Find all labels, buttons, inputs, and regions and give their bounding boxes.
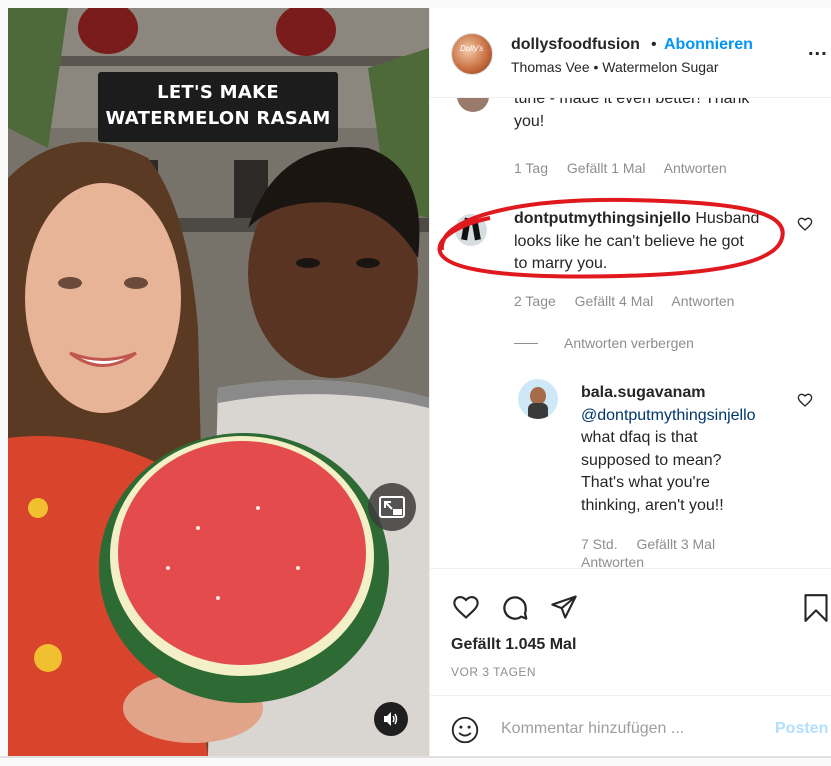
comment-meta: 1 Tag Gefällt 1 Mal Antworten xyxy=(514,160,742,176)
comment-text: tune - made it even better! Thank you! xyxy=(514,98,749,133)
comment-text-line: thinking, aren't you!! xyxy=(581,496,724,514)
action-bar: Gefällt 1.045 Mal VOR 3 TAGEN Kommentar … xyxy=(430,568,831,757)
emoji-icon[interactable] xyxy=(451,716,479,744)
likes-count[interactable]: Gefällt 1.045 Mal xyxy=(451,636,576,654)
red-highlight-circle xyxy=(437,197,785,279)
comment-input[interactable]: Kommentar hinzufügen ... xyxy=(501,720,684,738)
video-caption: LET'S MAKE WATERMELON RASAM xyxy=(98,72,338,142)
comment-meta: 2 Tage Gefällt 4 Mal Antworten xyxy=(514,293,749,309)
comment-composer: Kommentar hinzufügen ... Posten xyxy=(430,695,831,758)
avatar[interactable] xyxy=(518,379,558,419)
page-bottom-border xyxy=(0,756,831,758)
header-separator: • xyxy=(651,36,657,53)
comments-list[interactable]: tune - made it even better! Thank you! 1… xyxy=(430,98,831,568)
comment-bubble-icon[interactable] xyxy=(500,593,530,623)
comment-mention-link[interactable]: @dontputmythingsinjello xyxy=(581,405,801,428)
follow-button[interactable]: Abonnieren xyxy=(664,36,753,54)
reply-button[interactable]: Antworten xyxy=(671,293,734,309)
post-header: Dolly's dollysfoodfusion • Abonnieren Th… xyxy=(430,8,831,98)
more-options-icon[interactable]: ... xyxy=(808,39,828,59)
comment-likes[interactable]: Gefällt 1 Mal xyxy=(567,160,646,176)
post-modal: LET'S MAKE WATERMELON RASAM Dolly's doll… xyxy=(8,8,831,756)
picture-in-picture-icon xyxy=(379,496,405,518)
share-paper-plane-icon[interactable] xyxy=(549,593,579,621)
comment-time[interactable]: 1 Tag xyxy=(514,160,548,176)
comment-text: bala.sugavanam @dontputmythingsinjello w… xyxy=(581,382,801,517)
picture-in-picture-button[interactable] xyxy=(368,483,416,531)
audio-info[interactable]: Thomas Vee • Watermelon Sugar xyxy=(511,59,718,75)
hide-replies-button[interactable]: Antworten verbergen xyxy=(564,335,694,351)
author-username[interactable]: dollysfoodfusion xyxy=(511,36,640,54)
comment-meta: 7 Std. Gefällt 3 Mal Antworten xyxy=(581,535,781,568)
sound-toggle-button[interactable] xyxy=(374,702,408,736)
speaker-icon xyxy=(384,712,398,726)
comment-text-line: you! xyxy=(514,112,545,130)
comment-likes[interactable]: Gefällt 4 Mal xyxy=(575,293,654,309)
video-player[interactable]: LET'S MAKE WATERMELON RASAM xyxy=(8,8,429,756)
post-comment-button[interactable]: Posten xyxy=(775,720,828,738)
like-comment-heart-icon[interactable] xyxy=(797,392,813,408)
like-heart-icon[interactable] xyxy=(451,593,481,621)
author-avatar[interactable]: Dolly's xyxy=(451,33,493,75)
video-caption-line2: WATERMELON RASAM xyxy=(105,108,331,129)
comment-time[interactable]: 2 Tage xyxy=(514,293,556,309)
comment-text-line: That's what you're xyxy=(581,474,710,491)
comment-text-line: what dfaq is that xyxy=(581,429,698,446)
post-details-panel: Dolly's dollysfoodfusion • Abonnieren Th… xyxy=(429,8,831,756)
reply-button[interactable]: Antworten xyxy=(664,160,727,176)
post-age[interactable]: VOR 3 TAGEN xyxy=(451,665,536,679)
reply-button[interactable]: Antworten xyxy=(581,553,781,568)
avatar[interactable] xyxy=(457,98,489,112)
comment-username[interactable]: bala.sugavanam xyxy=(581,382,801,405)
comment-time[interactable]: 7 Std. xyxy=(581,536,618,552)
comment-likes[interactable]: Gefällt 3 Mal xyxy=(636,536,715,552)
comment-text-line: tune - made it even better! Thank xyxy=(514,98,750,107)
reply-divider xyxy=(514,343,538,344)
comment-text-line: supposed to mean? xyxy=(581,451,722,469)
video-caption-line1: LET'S MAKE xyxy=(157,82,279,103)
bookmark-icon[interactable] xyxy=(802,593,830,623)
